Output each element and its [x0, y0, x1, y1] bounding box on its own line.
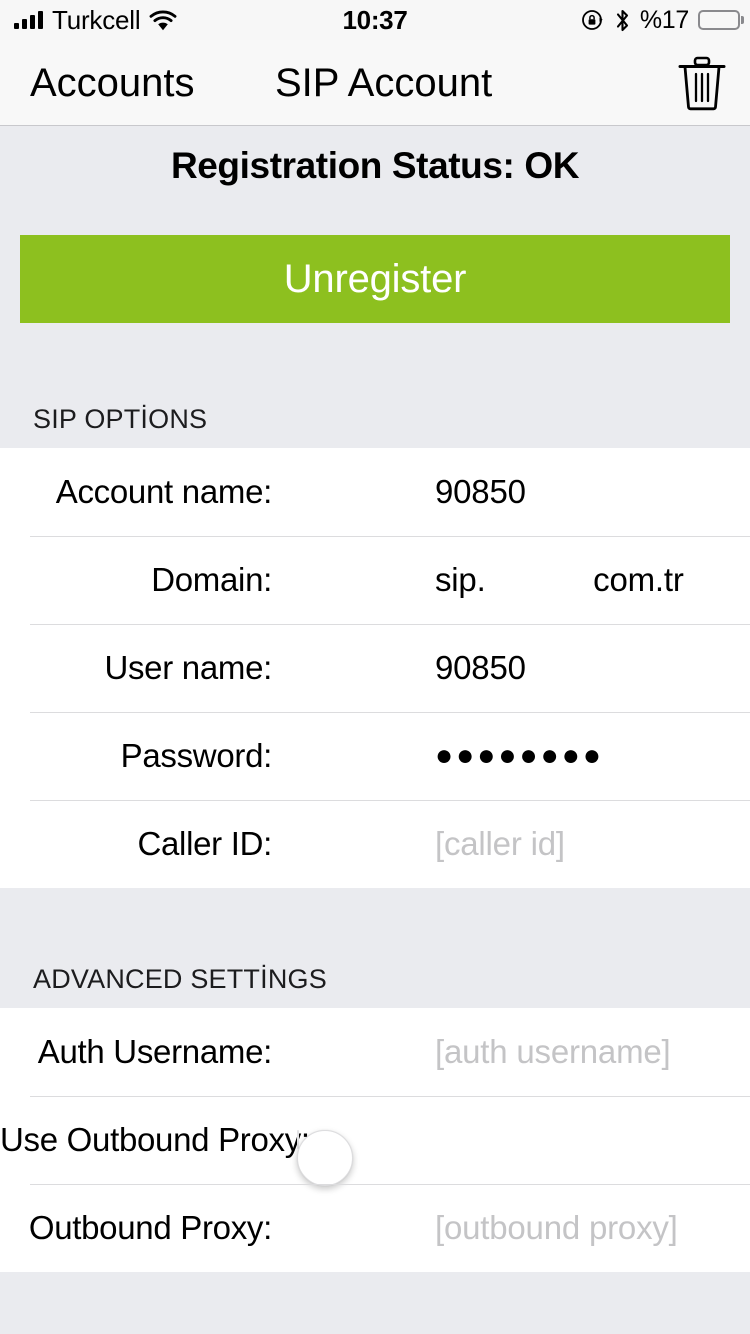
- row-label: Caller ID:: [137, 825, 272, 862]
- row-label: Outbound Proxy:: [28, 1209, 272, 1246]
- sip-options-list: Account name: 90850 Domain: sip. com.tr …: [0, 448, 750, 888]
- table-row[interactable]: Auth Username: [auth username]: [0, 1008, 750, 1096]
- trash-icon: [678, 56, 726, 110]
- toggle-knob: [297, 1130, 353, 1186]
- section-header-sip-options: SIP OPTİONS: [33, 404, 208, 434]
- table-row[interactable]: Password: ●●●●●●●●: [0, 712, 750, 800]
- row-label: Auth Username:: [37, 1033, 273, 1070]
- user-name-field[interactable]: 90850: [435, 649, 526, 687]
- section-header-advanced-settings: ADVANCED SETTİNGS: [33, 964, 327, 994]
- table-row[interactable]: Account name: 90850: [0, 448, 750, 536]
- page-title: SIP Account: [275, 60, 493, 105]
- use-outbound-proxy-toggle[interactable]: [297, 1130, 353, 1186]
- row-label: Password:: [120, 737, 273, 774]
- caller-id-field[interactable]: [caller id]: [435, 825, 565, 863]
- back-button-accounts[interactable]: Accounts: [30, 63, 195, 103]
- table-row[interactable]: Domain: sip. com.tr: [0, 536, 750, 624]
- row-label: Account name:: [55, 473, 273, 510]
- outbound-proxy-field[interactable]: [outbound proxy]: [435, 1209, 678, 1247]
- navigation-bar: Accounts SIP Account: [0, 40, 750, 126]
- account-name-field[interactable]: 90850: [435, 473, 526, 511]
- status-bar-right: %17: [581, 5, 744, 35]
- table-row[interactable]: Use Outbound Proxy:: [0, 1096, 750, 1186]
- rotation-lock-icon: [581, 10, 603, 30]
- row-label: User name:: [104, 649, 272, 686]
- status-bar: Turkcell 10:37 %17: [0, 0, 750, 40]
- toggle-track[interactable]: [297, 1130, 353, 1186]
- delete-account-button[interactable]: [676, 54, 728, 112]
- row-label: Domain:: [151, 561, 272, 598]
- unregister-button[interactable]: Unregister: [20, 235, 730, 323]
- domain-field[interactable]: sip. com.tr: [435, 561, 684, 599]
- battery-percent-label: %17: [639, 5, 689, 34]
- auth-username-field[interactable]: [auth username]: [435, 1033, 671, 1071]
- bluetooth-icon: [616, 9, 628, 31]
- battery-low-icon: [698, 10, 744, 30]
- advanced-settings-list: Auth Username: [auth username] Use Outbo…: [0, 1008, 750, 1272]
- password-field[interactable]: ●●●●●●●●: [435, 739, 604, 773]
- table-row[interactable]: Caller ID: [caller id]: [0, 800, 750, 888]
- table-row[interactable]: User name: 90850: [0, 624, 750, 712]
- sip-account-screen: Turkcell 10:37 %17 Accounts SIP Account …: [0, 0, 750, 1334]
- registration-status-label: Registration Status: OK: [170, 145, 580, 186]
- row-label: Use Outbound Proxy:: [0, 1121, 310, 1158]
- table-row[interactable]: Outbound Proxy: [outbound proxy]: [0, 1184, 750, 1272]
